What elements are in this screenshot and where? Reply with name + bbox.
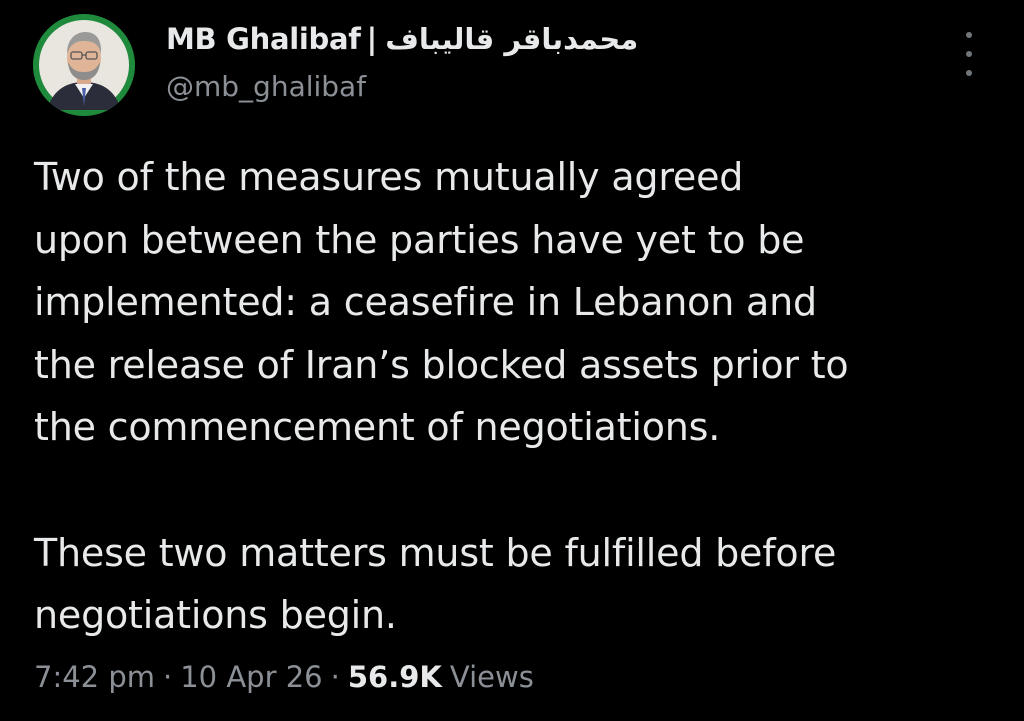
tweet-time[interactable]: 7:42 pm: [34, 660, 155, 694]
more-vertical-icon-dot: [966, 51, 972, 57]
author-handle[interactable]: @mb_ghalibaf: [166, 70, 366, 103]
meta-separator: ·: [163, 660, 173, 694]
avatar[interactable]: [33, 14, 135, 116]
meta-separator: ·: [330, 660, 340, 694]
more-vertical-icon: [966, 32, 972, 38]
author-name[interactable]: MB Ghalibaf | محمدباقر قالیباف: [166, 22, 638, 56]
author-name-farsi: محمدباقر قالیباف: [385, 22, 639, 56]
views-label: Views: [449, 660, 534, 694]
tweet-card: MB Ghalibaf | محمدباقر قالیباف @mb_ghali…: [0, 0, 1024, 721]
author-name-separator: |: [366, 22, 378, 56]
tweet-text: Two of the measures mutually agreed upon…: [34, 146, 994, 647]
tweet-meta: 7:42 pm · 10 Apr 26 · 56.9K Views: [34, 660, 534, 694]
tweet-paragraph-1: Two of the measures mutually agreed upon…: [34, 155, 849, 449]
avatar-portrait-icon: [33, 14, 135, 116]
views-count[interactable]: 56.9K: [348, 660, 442, 694]
tweet-date[interactable]: 10 Apr 26: [180, 660, 322, 694]
more-options-button[interactable]: [956, 32, 982, 76]
author-name-latin: MB Ghalibaf: [166, 22, 361, 56]
tweet-paragraph-2: These two matters must be fulfilled befo…: [34, 530, 837, 638]
more-vertical-icon-dot: [966, 70, 972, 76]
